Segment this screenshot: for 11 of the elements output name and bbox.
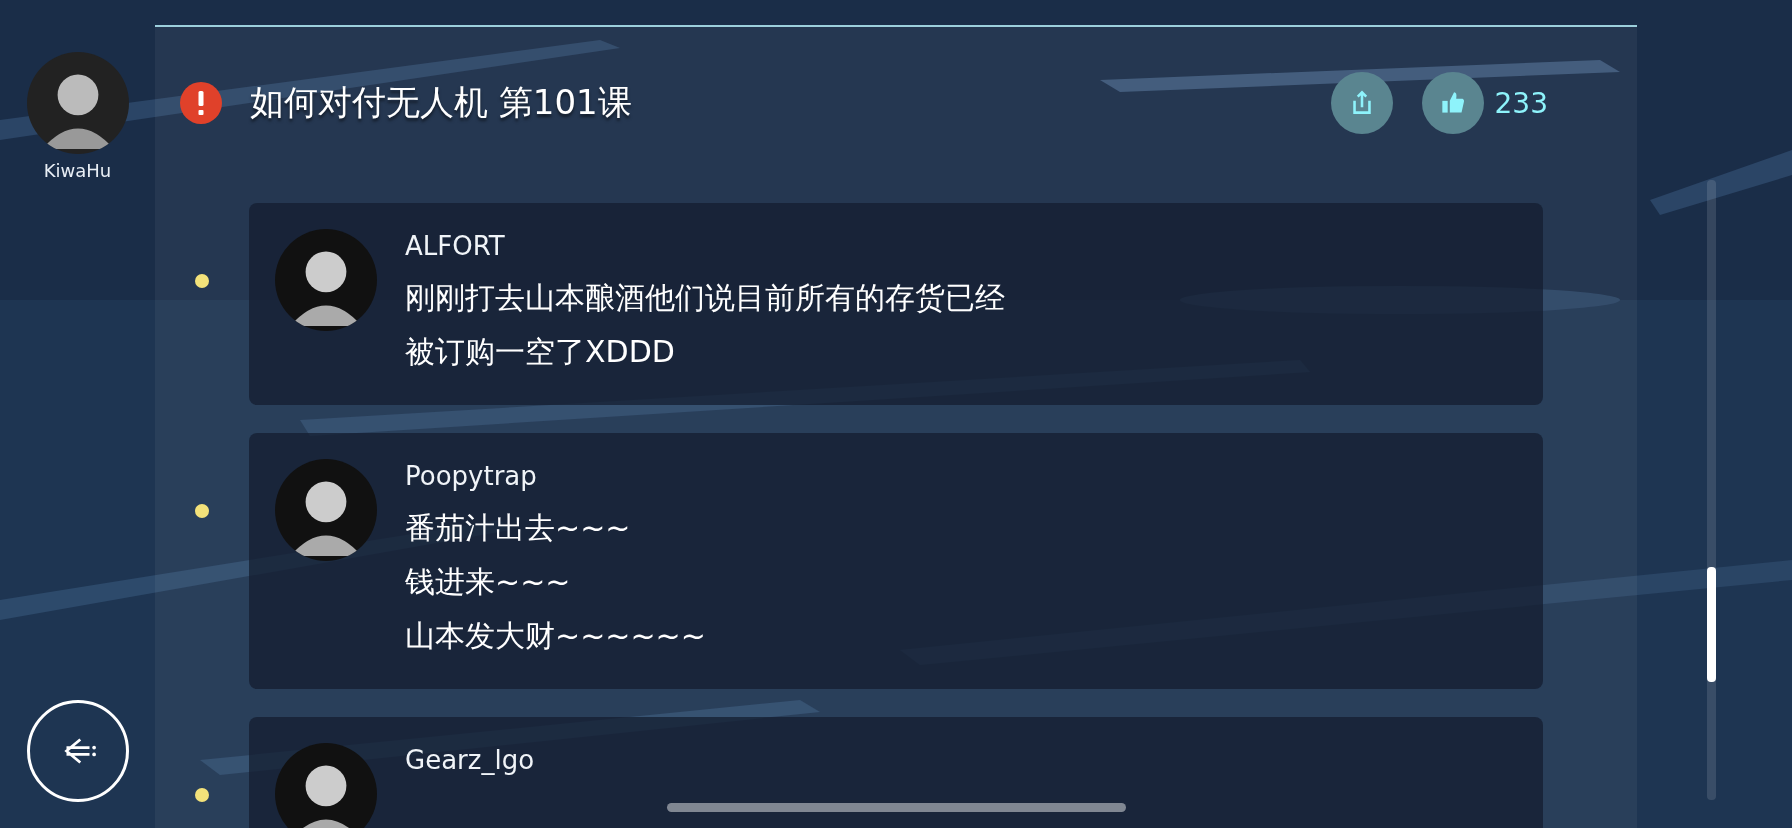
comment-author: Poopytrap: [405, 461, 538, 491]
post-title: 如何对付无人机 第101课: [250, 81, 632, 124]
comment-line: 刚刚打去山本酿酒他们说目前所有的存货已经: [405, 279, 1005, 317]
comment-author: ALFORT: [405, 231, 506, 261]
comment-line: 番茄汁出去~~~: [405, 509, 632, 547]
comment-line: 钱进来~~~: [405, 563, 572, 601]
comment-line: 山本发大财~~~~~~: [405, 617, 706, 655]
like-count: 233: [1494, 86, 1548, 120]
comment-line: 被订购一空了XDDD: [405, 333, 676, 371]
comment-author: Gearz_lgo: [405, 745, 535, 775]
username: KiwaHu: [43, 160, 112, 181]
